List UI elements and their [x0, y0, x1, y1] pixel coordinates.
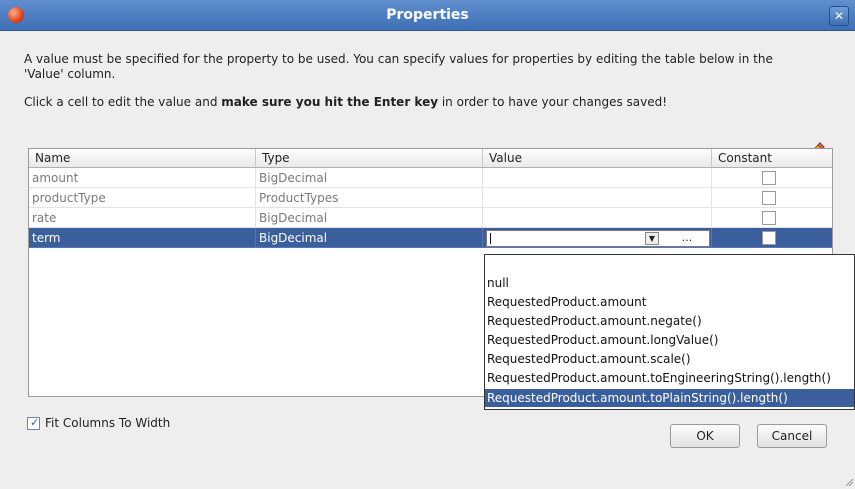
table-row[interactable]: productType ProductTypes: [29, 188, 832, 208]
constant-cell: [712, 228, 832, 248]
value-dropdown-list[interactable]: null RequestedProduct.amount RequestedPr…: [484, 254, 855, 410]
dropdown-item[interactable]: null: [487, 274, 509, 292]
fit-columns-label[interactable]: Fit Columns To Width: [45, 416, 170, 430]
table-row-selected[interactable]: term BigDecimal ▼ ...: [29, 228, 832, 248]
info-line-2: 'Value' column.: [24, 67, 116, 81]
info-line-3-bold: make sure you hit the Enter key: [221, 95, 439, 109]
constant-cell: [712, 208, 832, 228]
text-caret: [490, 233, 491, 244]
browse-button[interactable]: ...: [665, 231, 709, 246]
type-cell[interactable]: ProductTypes: [256, 188, 483, 208]
type-cell[interactable]: BigDecimal: [256, 228, 483, 248]
column-header-type[interactable]: Type: [256, 149, 483, 168]
value-cell[interactable]: [483, 168, 712, 188]
name-cell[interactable]: term: [29, 228, 256, 248]
name-cell[interactable]: amount: [29, 168, 256, 188]
value-cell[interactable]: [483, 208, 712, 228]
dropdown-item-selected[interactable]: RequestedProduct.amount.toPlainString().…: [485, 389, 854, 407]
value-editor-combo[interactable]: ▼ ...: [486, 230, 710, 247]
constant-checkbox[interactable]: [762, 171, 776, 185]
constant-cell: [712, 168, 832, 188]
dropdown-arrow-icon[interactable]: ▼: [645, 232, 659, 245]
info-line-1: A value must be specified for the proper…: [24, 52, 773, 66]
constant-cell: [712, 188, 832, 208]
name-cell[interactable]: productType: [29, 188, 256, 208]
window-title: Properties: [386, 7, 469, 23]
column-header-value[interactable]: Value: [483, 149, 712, 168]
checkmark-icon: ✓: [30, 416, 40, 429]
close-button[interactable]: ✕: [829, 6, 849, 26]
ok-button[interactable]: OK: [670, 424, 740, 448]
table-row[interactable]: rate BigDecimal: [29, 208, 832, 228]
value-cell[interactable]: [483, 188, 712, 208]
name-cell[interactable]: rate: [29, 208, 256, 228]
resize-grip-icon[interactable]: [845, 475, 854, 487]
dropdown-item[interactable]: RequestedProduct.amount.toEngineeringStr…: [487, 369, 831, 387]
fit-columns-checkbox[interactable]: ✓: [27, 416, 40, 430]
info-line-3-post: in order to have your changes saved!: [438, 95, 668, 109]
table-row[interactable]: amount BigDecimal: [29, 168, 832, 188]
type-cell[interactable]: BigDecimal: [256, 168, 483, 188]
column-header-name[interactable]: Name: [29, 149, 256, 168]
dropdown-item[interactable]: RequestedProduct.amount.negate(): [487, 312, 702, 330]
dropdown-item[interactable]: RequestedProduct.amount: [487, 293, 646, 311]
title-bar: Properties ✕: [0, 0, 855, 31]
type-cell[interactable]: BigDecimal: [256, 208, 483, 228]
column-header-constant[interactable]: Constant: [712, 149, 832, 168]
cancel-button[interactable]: Cancel: [757, 424, 827, 448]
constant-checkbox[interactable]: [762, 191, 776, 205]
constant-checkbox[interactable]: [762, 231, 776, 245]
dropdown-item[interactable]: RequestedProduct.amount.longValue(): [487, 331, 718, 349]
info-line-3-pre: Click a cell to edit the value and: [24, 95, 222, 109]
info-line-3: Click a cell to edit the value and make …: [24, 95, 667, 110]
dropdown-item[interactable]: RequestedProduct.amount.scale(): [487, 350, 691, 368]
constant-checkbox[interactable]: [762, 211, 776, 225]
